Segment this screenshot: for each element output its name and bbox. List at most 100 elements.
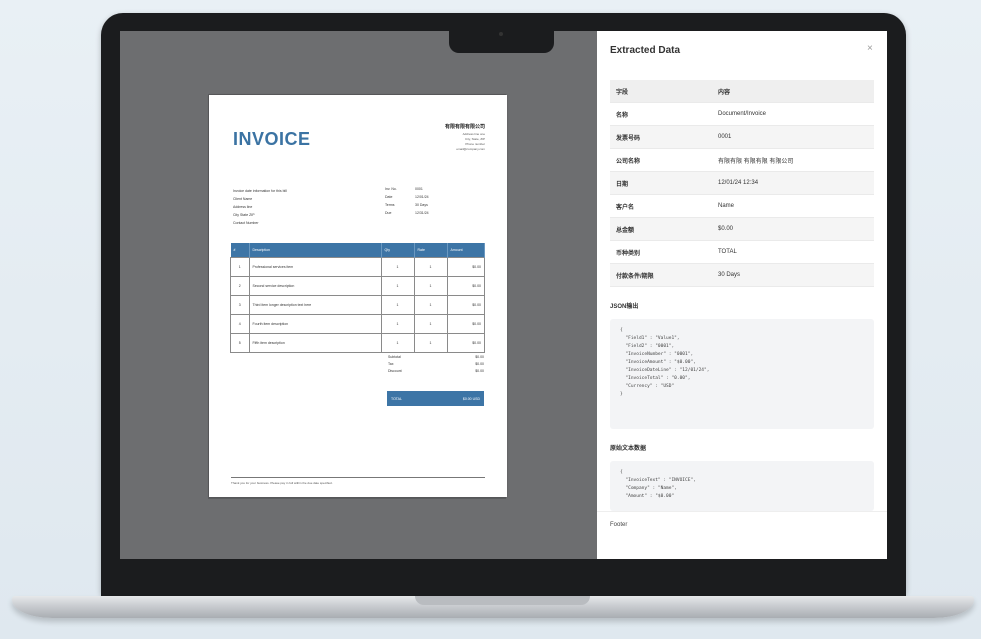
field-key: 公司名称 xyxy=(610,148,712,172)
table-header: # Description Qty Rate Amount xyxy=(230,243,485,258)
table-row: 3 Third item longer description text her… xyxy=(230,295,485,315)
camera-notch xyxy=(449,13,554,53)
cell-amount: $0.00 xyxy=(446,314,485,334)
cell-no: 2 xyxy=(230,276,250,296)
field-row[interactable]: 发票号码 0001 xyxy=(610,125,874,149)
field-key: 付款条件/期限 xyxy=(610,263,712,287)
meta-value: 0001 xyxy=(415,187,423,191)
document-viewer[interactable]: INVOICE 有限有限有限公司 Address line one City, … xyxy=(120,31,597,559)
field-row[interactable]: 名称 Document/Invoice xyxy=(610,102,874,126)
column-header: Rate xyxy=(414,243,448,258)
table-row: 2 Second service description 1 1 $0.00 xyxy=(230,276,485,296)
line-items-table: # Description Qty Rate Amount 1 Professi… xyxy=(230,243,485,353)
json-code-block[interactable]: { "Field1" : "Value1", "Field2" : "0001"… xyxy=(610,319,874,429)
cell-amount: $0.00 xyxy=(446,295,485,315)
field-row[interactable]: 付款条件/期限 30 Days xyxy=(610,263,874,287)
fields-header-row: 字段 内容 xyxy=(610,80,874,103)
cell-desc: Fourth item description xyxy=(248,314,382,334)
totals-row: Discount $0.00 xyxy=(388,369,484,376)
meta-row: Terms 30 Days xyxy=(385,201,429,209)
field-row[interactable]: 总金额 $0.00 xyxy=(610,217,874,241)
field-key: 币种类别 xyxy=(610,240,712,264)
field-key: 名称 xyxy=(610,102,712,126)
bill-to-block: Invoice date information for this bill C… xyxy=(233,187,287,227)
raw-text-code-block[interactable]: { "InvoiceText" : "INVOICE", "Company" :… xyxy=(610,461,874,511)
totals-block: Subtotal $0.00 Tax $0.00 Discount $0.00 xyxy=(388,355,484,376)
camera-dot xyxy=(499,32,503,36)
field-row[interactable]: 日期 12/01/24 12:34 xyxy=(610,171,874,195)
totals-value: $0.00 xyxy=(475,355,484,359)
meta-value: 30 Days xyxy=(415,203,428,207)
json-section-title: JSON输出 xyxy=(610,304,639,310)
bill-to-line: City State ZIP xyxy=(233,213,255,217)
company-name: 有限有限有限公司 xyxy=(444,124,485,130)
cell-rate: 1 xyxy=(413,333,448,353)
totals-value: $0.00 xyxy=(475,369,484,373)
grand-total-label: TOTAL xyxy=(391,396,402,401)
cell-desc: Second service description xyxy=(248,276,382,296)
meta-label: Terms xyxy=(385,203,395,207)
panel-footer: Footer xyxy=(597,511,887,559)
column-header: Qty xyxy=(381,243,415,258)
cell-amount: $0.00 xyxy=(446,257,485,277)
table-row: 5 Fifth item description 1 1 $0.00 xyxy=(230,333,485,353)
field-value: Name xyxy=(712,194,874,218)
totals-value: $0.00 xyxy=(475,362,484,366)
raw-text-section-title: 原始文本数据 xyxy=(610,446,647,452)
cell-no: 5 xyxy=(230,333,250,353)
cell-qty: 1 xyxy=(380,257,415,277)
table-row: 1 Professional services item 1 1 $0.00 xyxy=(230,257,485,277)
bill-to-line: Address line xyxy=(233,205,253,209)
cell-qty: 1 xyxy=(380,333,415,353)
field-row[interactable]: 币种类别 TOTAL xyxy=(610,240,874,264)
cell-rate: 1 xyxy=(413,295,448,315)
meta-row: Inv. No. 0001 xyxy=(385,185,429,193)
cell-rate: 1 xyxy=(413,276,448,296)
column-header: Description xyxy=(249,243,382,258)
field-row[interactable]: 客户名 Name xyxy=(610,194,874,218)
bill-to-line: Client Name xyxy=(233,197,253,201)
field-value: TOTAL xyxy=(712,240,874,264)
invoice-page[interactable]: INVOICE 有限有限有限公司 Address line one City, … xyxy=(209,95,507,497)
field-value: 12/01/24 12:34 xyxy=(712,171,874,195)
panel-footer-label: Footer xyxy=(610,522,628,528)
meta-label: Date xyxy=(385,195,393,199)
close-icon[interactable]: × xyxy=(867,43,873,54)
invoice-title: INVOICE xyxy=(233,129,311,149)
totals-label: Discount xyxy=(388,369,402,373)
cell-desc: Fifth item description xyxy=(248,333,382,353)
field-value: 有限有限 有限有限 有限公司 xyxy=(712,148,874,172)
field-key: 日期 xyxy=(610,171,712,195)
meta-row: Date 12/01/24 xyxy=(385,193,429,201)
cell-qty: 1 xyxy=(380,314,415,334)
extracted-data-panel[interactable]: Extracted Data × 字段 内容 名称 Document/Invoic… xyxy=(597,31,887,559)
meta-label: Due xyxy=(385,211,392,215)
laptop-chin xyxy=(101,570,906,596)
totals-row: Tax $0.00 xyxy=(388,362,484,369)
bill-to-line: Contact Number xyxy=(233,221,259,225)
field-value: 0001 xyxy=(712,125,874,149)
cell-no: 1 xyxy=(230,257,250,277)
column-header: # xyxy=(230,243,250,258)
field-row[interactable]: 公司名称 有限有限 有限有限 有限公司 xyxy=(610,148,874,172)
field-key: 客户名 xyxy=(610,194,712,218)
company-line: email@company.com xyxy=(456,147,485,151)
invoice-footer-text: Thank you for your business. Please pay … xyxy=(231,481,333,485)
cell-qty: 1 xyxy=(380,295,415,315)
footer-divider xyxy=(231,477,485,478)
field-value: 30 Days xyxy=(712,263,874,287)
laptop-base-groove xyxy=(415,596,590,605)
field-value: $0.00 xyxy=(712,217,874,241)
field-value-header: 内容 xyxy=(712,80,874,103)
grand-total-bar: TOTAL $0.00 USD xyxy=(387,391,484,406)
totals-row: Subtotal $0.00 xyxy=(388,355,484,362)
field-key: 总金额 xyxy=(610,217,712,241)
meta-label: Inv. No. xyxy=(385,187,397,191)
company-block: 有限有限有限公司 Address line one City, State, Z… xyxy=(445,123,485,152)
cell-desc: Third item longer description text here xyxy=(248,295,382,315)
totals-label: Tax xyxy=(388,362,394,366)
field-key: 发票号码 xyxy=(610,125,712,149)
cell-qty: 1 xyxy=(380,276,415,296)
meta-row: Due 12/31/24 xyxy=(385,209,429,217)
cell-no: 4 xyxy=(230,314,250,334)
